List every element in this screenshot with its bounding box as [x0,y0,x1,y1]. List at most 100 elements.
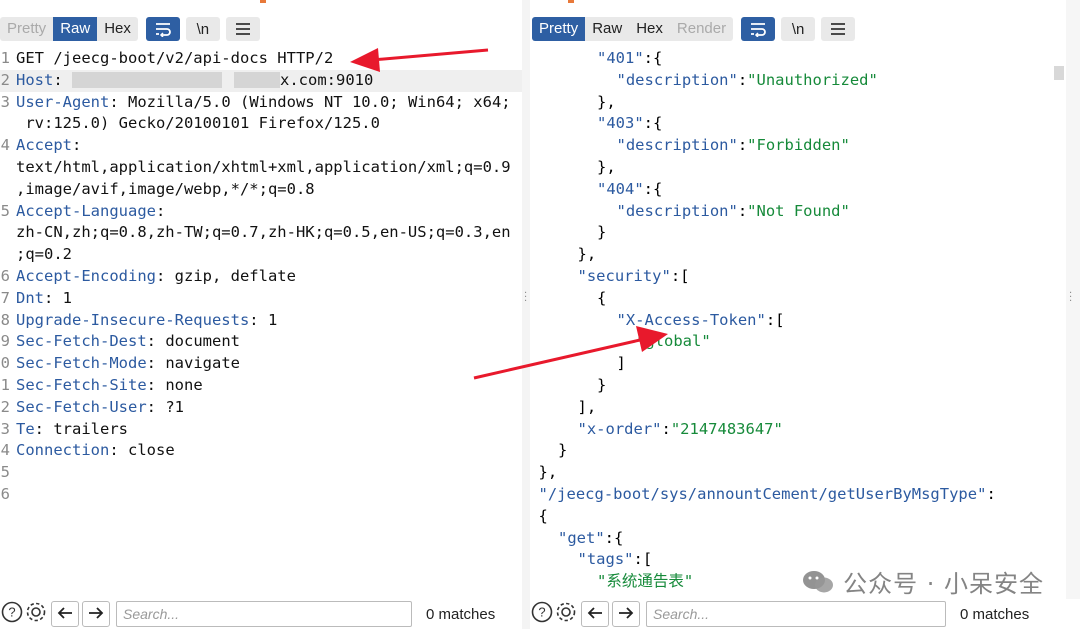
tab-hex[interactable]: Hex [97,17,138,41]
line-content: Sec-Fetch-User: ?1 [16,397,184,419]
settings-button[interactable] [554,602,578,626]
header-separator: : [155,266,175,285]
line-number: 3 [0,419,10,438]
tab-hex[interactable]: Hex [629,17,670,41]
wrap-lines-icon [154,21,172,37]
header-value: ,image/avif,image/webp,*/*;q=0.8 [16,179,315,198]
header-name: Te [16,419,35,438]
response-search-bar: ? Search... 0 matches [530,599,1080,629]
pane-splitter[interactable]: · · · [522,0,530,629]
redacted-host [72,72,222,89]
line-content: ;q=0.2 [16,244,72,266]
header-separator: : [146,332,166,351]
json-string: "global" [636,332,711,351]
hamburger-icon [830,22,846,36]
header-value: GET /jeecg-boot/v2/api-docs HTTP/2 [16,49,334,67]
tab-raw[interactable]: Raw [585,17,630,41]
header-value: ?1 [165,397,184,416]
newline-label: \n [196,20,210,38]
header-name: Host [16,70,54,89]
show-newlines-button[interactable]: \n [781,17,816,41]
json-line: }, [597,157,616,179]
line-number: 9 [0,332,10,351]
header-name: Accept-Language [16,201,156,220]
json-punctuation: }, [597,92,616,111]
header-separator: : [146,397,166,416]
line-number: 1 [0,49,10,67]
header-value: none [165,375,203,394]
tab-marker [260,0,266,3]
wrap-lines-button[interactable] [741,17,776,41]
show-newlines-button[interactable]: \n [185,17,220,41]
search-input[interactable]: Search... [646,601,946,627]
match-count: 0 matches [960,605,1030,623]
request-view-tabs: Pretty Raw Hex [0,17,138,41]
header-value: text/html,application/xhtml+xml,applicat… [16,157,511,176]
tab-raw[interactable]: Raw [53,17,98,41]
help-icon: ? [1,601,23,627]
response-toolbar: Pretty Raw Hex Render \n [532,16,856,42]
header-name: Connection [16,441,110,460]
json-line: "x-order":"2147483647" [578,419,783,441]
scrollbar-thumb[interactable] [1054,66,1064,80]
request-line: 6 Accept-Encoding: gzip, deflate [0,266,522,288]
request-line: rv:125.0) Gecko/20100101 Firefox/125.0 [0,113,522,135]
request-line: 4 Accept: [0,135,522,157]
header-value: document [165,332,240,351]
menu-button[interactable] [225,17,260,41]
request-line: 6 [0,484,522,506]
request-line: text/html,application/xhtml+xml,applicat… [0,157,522,179]
line-content: Sec-Fetch-Dest: document [16,331,240,353]
json-key: "401" [597,49,644,67]
help-icon: ? [531,601,553,627]
help-button[interactable]: ? [530,601,554,627]
search-input[interactable]: Search... [116,601,412,627]
menu-button[interactable] [821,17,856,41]
svg-text:?: ? [538,605,545,620]
json-key: "404" [597,179,644,198]
json-punctuation: } [597,376,607,394]
json-line: ] [617,353,626,375]
line-content: Connection: close [16,440,175,462]
next-match-button[interactable] [82,601,110,627]
header-name: Upgrade-Insecure-Requests [16,310,250,329]
response-editor[interactable]: "401":{"description":"Unauthorized"}, "40… [530,48,1080,597]
tab-pretty[interactable]: Pretty [532,17,586,41]
settings-button[interactable] [24,602,48,626]
next-match-button[interactable] [612,601,640,627]
json-key: "x-order" [577,419,662,438]
header-separator: : [249,310,268,329]
right-splitter[interactable]: · · · [1066,0,1080,629]
previous-match-button[interactable] [581,601,609,627]
redacted-host [234,72,280,89]
request-line: 3 Te: trailers [0,419,522,441]
splitter-handle-icon: · · · [1069,288,1073,307]
request-editor[interactable]: 1 GET /jeecg-boot/v2/api-docs HTTP/2 2 Host… [0,48,522,597]
json-punctuation: :{ [643,179,663,198]
header-value: trailers [53,419,128,438]
line-content: text/html,application/xhtml+xml,applicat… [16,157,511,179]
json-line: } [597,222,606,244]
json-punctuation: } [558,441,568,460]
newline-label: \n [791,20,805,38]
header-name: Dnt [16,288,44,307]
header-name: Accept-Encoding [16,266,156,285]
request-line: 5 [0,462,522,484]
json-line: }, [597,92,616,114]
json-punctuation: { [597,288,607,307]
line-content: Te: trailers [16,419,128,441]
tab-pretty[interactable]: Pretty [0,17,54,41]
tab-render[interactable]: Render [669,17,734,41]
json-punctuation: }, [597,158,616,176]
request-line: 9 Sec-Fetch-Dest: document [0,331,522,353]
previous-match-button[interactable] [51,601,79,627]
request-line: 0 Sec-Fetch-Mode: navigate [0,353,522,375]
wrap-lines-button[interactable] [145,17,180,41]
header-separator: : [34,419,54,438]
json-line: } [597,375,606,397]
line-number: 4 [0,441,10,460]
help-button[interactable]: ? [0,601,24,627]
json-key: "/jeecg-boot/sys/annountCement/getUserBy… [538,485,987,503]
request-line: ,image/avif,image/webp,*/*;q=0.8 [0,179,522,201]
header-value: 1 [62,288,73,307]
